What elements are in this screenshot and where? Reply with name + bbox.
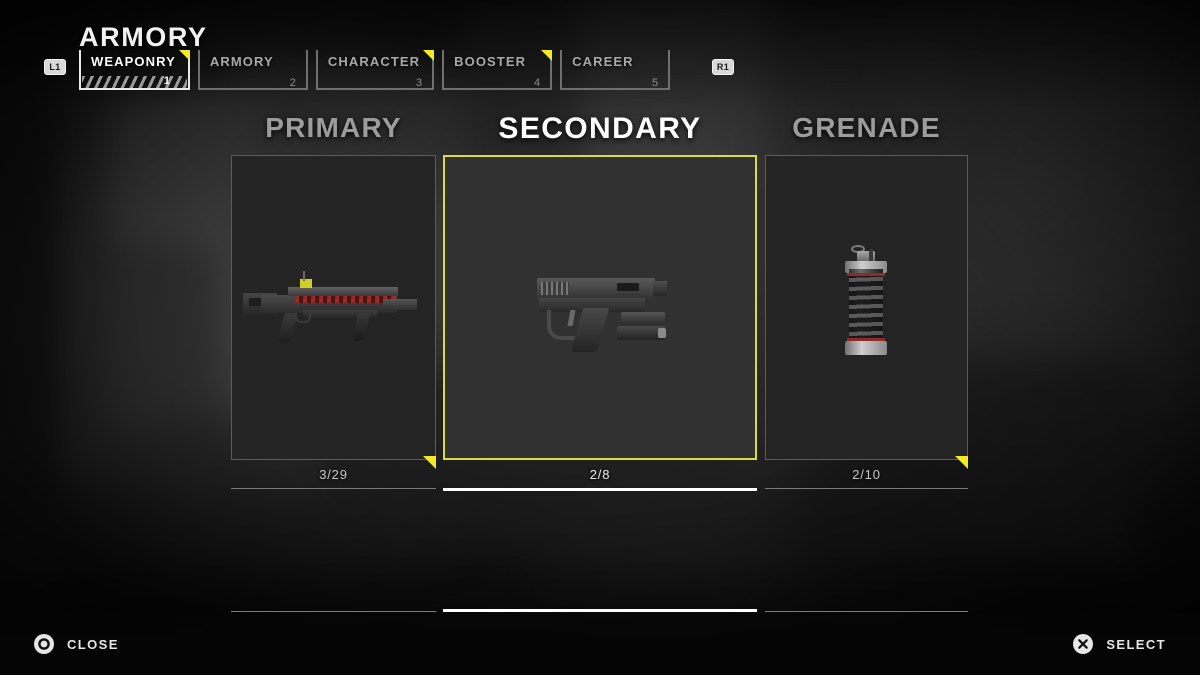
top-navigation-bar: ARMORY L1 R1 WEAPONRY 1 ARMORY 2 CHARACTER 3 B…	[0, 0, 1200, 100]
select-hint[interactable]: SELECT	[1073, 634, 1166, 654]
tab-corner-marker-icon	[541, 50, 553, 61]
detail-rule-bottom	[443, 609, 757, 612]
loadout-slots: 3/29 2/8 2/10	[0, 0, 1200, 675]
weapon-art-grenade	[839, 243, 895, 373]
ammo-counter-row-secondary: 2/8	[443, 460, 757, 488]
circle-button-icon	[34, 634, 54, 654]
tab-progress-hatch	[82, 76, 187, 88]
weapon-card-art-secondary	[445, 157, 755, 458]
tab-booster[interactable]: BOOSTER 4	[442, 50, 553, 90]
slot-corner-marker-icon	[423, 456, 436, 469]
tab-label: ARMORY	[209, 54, 274, 69]
tab-character[interactable]: CHARACTER 3	[315, 50, 435, 90]
weapon-art-shotgun	[242, 269, 425, 347]
tab-label: CAREER	[572, 54, 634, 69]
bumper-r1-badge[interactable]: R1	[712, 59, 734, 75]
ammo-counter-grenade: 2/10	[852, 466, 881, 482]
cross-button-icon	[1073, 634, 1094, 654]
loadout-slot-grenade[interactable]: 2/10	[765, 155, 968, 612]
tab-number: 5	[652, 77, 659, 89]
footer-hint-bar: CLOSE SELECT	[0, 613, 1200, 675]
detail-rule-bottom	[765, 611, 968, 612]
tab-label: WEAPONRY	[91, 54, 176, 69]
tab-corner-marker-icon	[178, 50, 190, 61]
slot-corner-marker-icon	[955, 456, 968, 469]
tab-career[interactable]: CAREER 5	[560, 50, 671, 90]
bumper-l1-badge[interactable]: L1	[44, 59, 66, 75]
tab-weaponry[interactable]: WEAPONRY 1	[79, 50, 190, 90]
tab-number: 2	[289, 77, 296, 89]
weapon-card-art-primary	[232, 156, 435, 459]
loadout-slot-secondary[interactable]: 2/8	[443, 155, 757, 612]
ammo-counter-secondary: 2/8	[589, 466, 611, 482]
detail-rule-top	[765, 488, 968, 489]
ammo-counter-row-primary: 3/29	[231, 456, 436, 488]
detail-rule-top	[443, 488, 757, 491]
tab-corner-marker-icon	[423, 50, 435, 61]
armory-screen: ARMORY L1 R1 WEAPONRY 1 ARMORY 2 CHARACTER 3 B…	[0, 0, 1200, 675]
page-title: ARMORY	[79, 22, 208, 52]
close-hint[interactable]: CLOSE	[34, 634, 119, 654]
close-hint-label: CLOSE	[67, 636, 119, 652]
weapon-card-grenade[interactable]	[765, 155, 968, 460]
weapon-card-art-grenade	[766, 156, 967, 459]
weapon-card-secondary[interactable]	[443, 155, 757, 460]
weapon-card-primary[interactable]	[231, 155, 436, 460]
tab-number: 1	[163, 75, 170, 87]
tab-label: CHARACTER	[327, 54, 421, 69]
ammo-counter-primary: 3/29	[319, 466, 348, 482]
tab-label: BOOSTER	[454, 54, 527, 69]
select-hint-label: SELECT	[1106, 636, 1166, 652]
weapon-art-pistol	[525, 260, 675, 356]
tab-armory[interactable]: ARMORY 2	[197, 50, 308, 90]
weapon-detail-panel-grenade	[765, 488, 968, 612]
column-header-grenade: GRENADE	[792, 112, 941, 143]
tab-number: 4	[534, 77, 541, 89]
loadout-slot-primary[interactable]: 3/29	[231, 155, 436, 612]
loadout-column-headers: PRIMARY SECONDARY GRENADE	[0, 112, 1200, 150]
detail-rule-bottom	[231, 611, 436, 612]
tab-bar: WEAPONRY 1 ARMORY 2 CHARACTER 3 BOOSTER 4 CAREER…	[79, 50, 678, 90]
column-header-secondary: SECONDARY	[498, 112, 702, 145]
weapon-detail-panel-primary	[231, 488, 436, 612]
weapon-detail-panel-secondary	[443, 488, 757, 612]
column-header-primary: PRIMARY	[265, 112, 402, 143]
ammo-counter-row-grenade: 2/10	[765, 456, 968, 488]
tab-number: 3	[416, 77, 423, 89]
detail-rule-top	[231, 488, 436, 489]
